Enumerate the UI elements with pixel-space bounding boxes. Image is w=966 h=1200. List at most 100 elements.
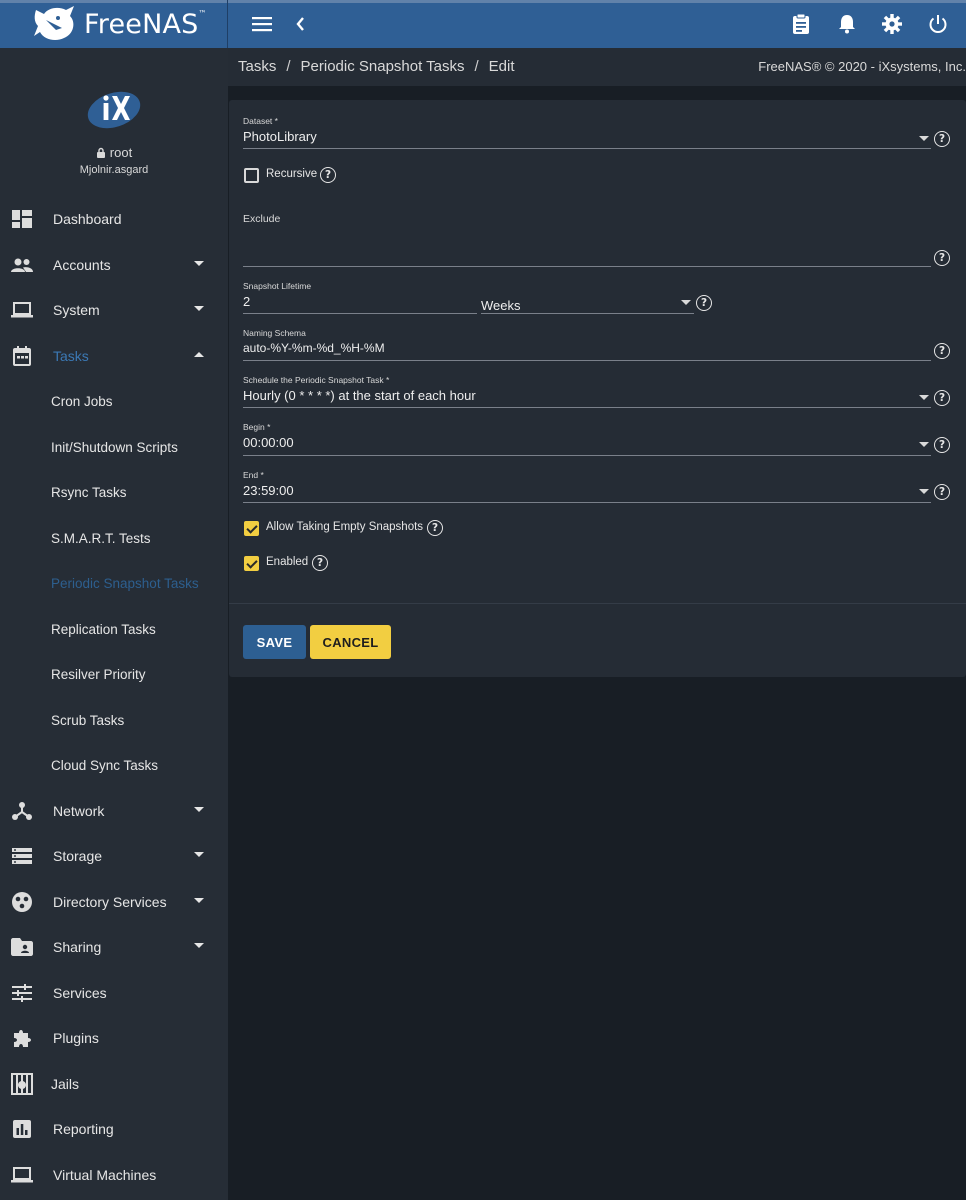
help-icon[interactable]: ? bbox=[934, 484, 950, 500]
naming-schema-label: Naming Schema bbox=[243, 328, 306, 338]
chevron-left-icon[interactable] bbox=[288, 12, 312, 36]
sidebar-item-accounts[interactable]: Accounts bbox=[0, 243, 228, 287]
sidebar-subitem-label: Cloud Sync Tasks bbox=[51, 757, 159, 773]
chevron-down-icon bbox=[194, 898, 204, 903]
sidebar-subitem-label: Periodic Snapshot Tasks bbox=[51, 575, 199, 591]
chevron-down-icon[interactable] bbox=[919, 442, 929, 447]
end-field[interactable]: End * 23:59:00 bbox=[243, 470, 294, 498]
sidebar-item-network[interactable]: Network bbox=[0, 789, 228, 833]
begin-label: Begin * bbox=[243, 422, 271, 432]
sidebar-item-label: Services bbox=[53, 985, 107, 1001]
dataset-label: Dataset * bbox=[243, 116, 278, 126]
sidebar-item-dashboard[interactable]: Dashboard bbox=[0, 197, 228, 241]
lifetime-unit-select[interactable]: Weeks bbox=[481, 298, 521, 313]
cancel-button[interactable]: CANCEL bbox=[310, 625, 391, 659]
sidebar-subitem-replication-tasks[interactable]: Replication Tasks bbox=[0, 607, 228, 651]
sidebar-item-system[interactable]: System bbox=[0, 288, 228, 332]
reporting-icon bbox=[11, 1118, 33, 1140]
allow-empty-snapshots-checkbox[interactable] bbox=[244, 521, 259, 536]
dataset-field[interactable]: Dataset * PhotoLibrary bbox=[243, 116, 317, 144]
recursive-checkbox[interactable] bbox=[244, 168, 259, 183]
sidebar-item-label: Dashboard bbox=[53, 211, 122, 227]
sidebar-subitem-label: Init/Shutdown Scripts bbox=[51, 439, 178, 455]
help-icon[interactable]: ? bbox=[427, 520, 443, 536]
enabled-checkbox[interactable] bbox=[244, 556, 259, 571]
sidebar-item-virtual-machines[interactable]: Virtual Machines bbox=[0, 1153, 228, 1197]
sidebar-subitem-rsync-tasks[interactable]: Rsync Tasks bbox=[0, 470, 228, 514]
sidebar-subitem-label: Scrub Tasks bbox=[51, 712, 125, 728]
begin-underline bbox=[243, 455, 931, 456]
begin-field[interactable]: Begin * 00:00:00 bbox=[243, 422, 294, 450]
clipboard-icon[interactable] bbox=[789, 12, 813, 36]
exclude-underline bbox=[243, 266, 931, 267]
help-icon[interactable]: ? bbox=[934, 437, 950, 453]
breadcrumb: Tasks / Periodic Snapshot Tasks / Edit bbox=[238, 58, 515, 75]
end-label: End * bbox=[243, 470, 264, 480]
allow-empty-snapshots-label: Allow Taking Empty Snapshots bbox=[266, 521, 424, 533]
brand[interactable]: FreeNAS™ bbox=[0, 0, 228, 48]
naming-schema-underline bbox=[243, 360, 931, 361]
chevron-down-icon bbox=[194, 943, 204, 948]
sidebar-subitem-cron-jobs[interactable]: Cron Jobs bbox=[0, 379, 228, 423]
chevron-down-icon bbox=[194, 852, 204, 857]
chevron-down-icon[interactable] bbox=[919, 489, 929, 494]
sidebar-item-jails[interactable]: Jails bbox=[0, 1062, 228, 1106]
lifetime-value: 2 bbox=[243, 294, 251, 309]
sidebar-subitem-resilver-priority[interactable]: Resilver Priority bbox=[0, 652, 228, 696]
sidebar-item-services[interactable]: Services bbox=[0, 971, 228, 1015]
sharing-icon bbox=[11, 936, 33, 958]
gear-icon[interactable] bbox=[880, 12, 904, 36]
help-icon[interactable]: ? bbox=[320, 167, 336, 183]
schedule-value: Hourly (0 * * * *) at the start of each … bbox=[243, 388, 476, 403]
help-icon[interactable]: ? bbox=[934, 390, 950, 406]
sidebar-subitem-label: Resilver Priority bbox=[51, 666, 146, 682]
top-bar: FreeNAS™ bbox=[0, 0, 966, 48]
sidebar-item-label: Network bbox=[53, 803, 105, 819]
lifetime-field[interactable]: Snapshot Lifetime 2 bbox=[243, 281, 311, 309]
help-icon[interactable]: ? bbox=[934, 250, 950, 266]
sidebar-item-plugins[interactable]: Plugins bbox=[0, 1016, 228, 1060]
help-icon[interactable]: ? bbox=[934, 343, 950, 359]
directory-services-icon bbox=[11, 891, 33, 913]
chevron-down-icon[interactable] bbox=[919, 136, 929, 141]
sidebar-subitem-cloud-sync-tasks[interactable]: Cloud Sync Tasks bbox=[0, 743, 228, 787]
help-icon[interactable]: ? bbox=[934, 131, 950, 147]
sidebar-item-label: Directory Services bbox=[53, 894, 167, 910]
services-icon bbox=[11, 982, 33, 1004]
power-icon[interactable] bbox=[926, 12, 950, 36]
chevron-down-icon[interactable] bbox=[919, 395, 929, 400]
ix-logo bbox=[87, 91, 141, 129]
begin-value: 00:00:00 bbox=[243, 435, 294, 450]
sidebar-subitem-scrub-tasks[interactable]: Scrub Tasks bbox=[0, 698, 228, 742]
breadcrumb-tasks[interactable]: Tasks bbox=[238, 58, 276, 75]
sidebar-subitem-label: Rsync Tasks bbox=[51, 484, 127, 500]
sidebar-subitem-periodic-snapshot-tasks[interactable]: Periodic Snapshot Tasks bbox=[0, 561, 228, 605]
sidebar-item-reporting[interactable]: Reporting bbox=[0, 1107, 228, 1151]
exclude-field[interactable]: Exclude bbox=[243, 213, 280, 228]
sidebar-item-sharing[interactable]: Sharing bbox=[0, 925, 228, 969]
help-icon[interactable]: ? bbox=[696, 295, 712, 311]
breadcrumb-bar: Tasks / Periodic Snapshot Tasks / Edit F… bbox=[228, 48, 966, 86]
chevron-up-icon bbox=[194, 352, 204, 357]
chevron-down-icon[interactable] bbox=[681, 300, 691, 305]
breadcrumb-periodic-snapshot-tasks[interactable]: Periodic Snapshot Tasks bbox=[301, 58, 465, 75]
sidebar-subitem-label: Replication Tasks bbox=[51, 621, 156, 637]
bell-icon[interactable] bbox=[835, 12, 859, 36]
save-button[interactable]: SAVE bbox=[243, 625, 306, 659]
menu-icon[interactable] bbox=[250, 12, 274, 36]
end-underline bbox=[243, 502, 931, 503]
enabled-label: Enabled bbox=[266, 556, 309, 568]
naming-schema-field[interactable]: Naming Schema auto-%Y-%m-%d_%H-%M bbox=[243, 328, 385, 355]
sidebar-item-storage[interactable]: Storage bbox=[0, 834, 228, 878]
sidebar-subitem-init-shutdown-scripts[interactable]: Init/Shutdown Scripts bbox=[0, 425, 228, 469]
sidebar-item-directory-services[interactable]: Directory Services bbox=[0, 880, 228, 924]
help-icon[interactable]: ? bbox=[312, 555, 328, 571]
schedule-field[interactable]: Schedule the Periodic Snapshot Task * Ho… bbox=[243, 375, 476, 403]
sidebar-subitem-smart-tests[interactable]: S.M.A.R.T. Tests bbox=[0, 516, 228, 560]
username: root bbox=[109, 145, 133, 160]
sidebar-subitem-label: Cron Jobs bbox=[51, 393, 113, 409]
freenas-shark-icon bbox=[34, 6, 74, 40]
schedule-label: Schedule the Periodic Snapshot Task * bbox=[243, 375, 390, 385]
sidebar-item-tasks[interactable]: Tasks bbox=[0, 334, 228, 378]
breadcrumb-separator: / bbox=[286, 58, 291, 75]
